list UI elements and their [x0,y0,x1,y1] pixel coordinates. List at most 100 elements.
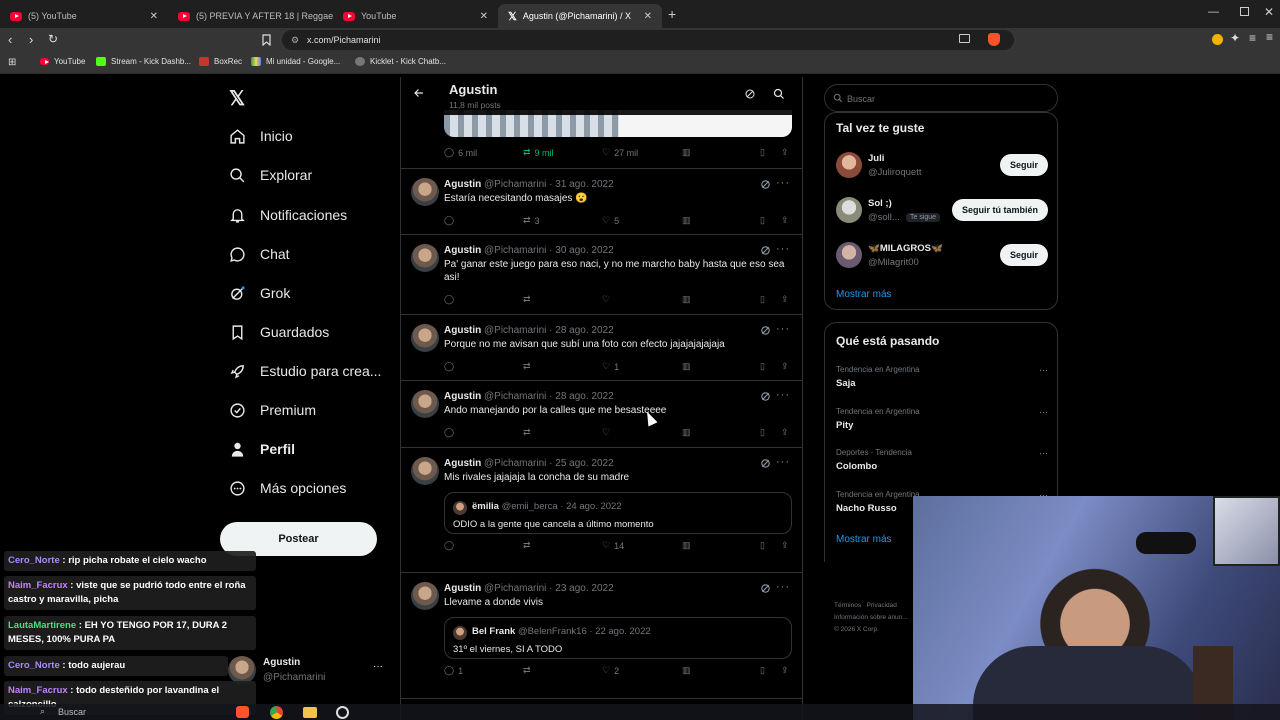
repost-button[interactable]: ⇄ [523,665,535,676]
more-icon[interactable]: ··· [776,581,790,593]
account-menu-icon[interactable]: ··· [373,661,383,672]
share-icon[interactable]: ⇪ [781,294,789,305]
restore-icon[interactable] [1240,7,1249,16]
repost-button[interactable]: ⇄ [523,294,535,305]
tweet[interactable]: Agustin @Pichamarini · 28 ago. 2022 ··· … [401,315,802,381]
forward-icon[interactable]: › [29,32,33,47]
bookmark-icon[interactable]: ▯ [760,427,765,438]
sidebar-toggle-icon[interactable]: ≡ [1249,31,1256,45]
views-icon[interactable]: ▥ [682,427,691,438]
reply-button[interactable]: ◯ [444,215,458,226]
bookmark-item[interactable]: Stream - Kick Dashb... [96,57,191,66]
repost-button[interactable]: ⇄ 3 [523,215,540,226]
more-icon[interactable]: ··· [1039,448,1048,458]
like-button[interactable]: ♡ [602,294,614,305]
trend-item[interactable]: Tendencia en Argentina Pity ··· [836,407,1048,431]
trend-item[interactable]: Tendencia en Argentina Saja ··· [836,365,1048,389]
like-button[interactable]: ♡ [602,427,614,438]
share-icon[interactable]: ⇪ [781,147,789,158]
more-icon[interactable]: ··· [776,243,790,255]
views-icon[interactable]: ▥ [682,665,691,676]
browser-tab[interactable]: (5) PREVIA Y AFTER 18 | Reggaeton ✕ [168,4,333,28]
close-icon[interactable]: ✕ [644,11,652,22]
suggestion-item[interactable]: Sol ;) @soll... Te sigue Seguir tú tambi… [836,193,1048,229]
taskbar-search[interactable]: Buscar [58,707,86,717]
browser-tab-active[interactable]: 𝕏 Agustin (@Pichamarini) / X ✕ [498,4,662,28]
brave-icon[interactable] [236,706,249,718]
nav-item-notificaciones[interactable]: Notificaciones [228,199,347,231]
bookmark-icon[interactable]: ▯ [760,215,765,226]
avatar[interactable] [411,457,439,485]
menu-icon[interactable]: ≡ [1266,30,1273,44]
follow-back-button[interactable]: Seguir tú también [951,199,1048,221]
back-arrow-icon[interactable] [413,87,425,99]
quoted-tweet[interactable]: ëmilia @emii_berca · 24 ago. 2022 ODIO a… [444,492,792,534]
search-icon[interactable]: ⌕ [40,706,45,717]
search-icon[interactable] [773,88,785,100]
show-more-link[interactable]: Mostrar más [836,289,892,300]
bookmark-item[interactable]: Mi unidad - Google... [251,57,340,66]
reload-icon[interactable]: ↻ [48,32,58,46]
more-icon[interactable]: ··· [776,323,790,335]
like-button[interactable]: ♡ 2 [602,665,619,676]
trend-item[interactable]: Deportes · Tendencia Colombo ··· [836,448,1048,472]
reply-button[interactable]: ◯ [444,294,458,305]
reply-button[interactable]: ◯ [444,427,458,438]
share-icon[interactable]: ⇪ [781,665,789,676]
chrome-icon[interactable] [270,706,283,719]
follow-button[interactable]: Seguir [999,154,1048,176]
search-input[interactable]: Buscar [824,84,1058,112]
more-icon[interactable]: ··· [1039,407,1048,417]
bookmark-icon[interactable]: ▯ [760,540,765,551]
views-icon[interactable]: ▥ [682,540,691,551]
nav-item-grok[interactable]: Grok [228,277,290,309]
footer-link[interactable]: Información sobre anun... [834,614,908,621]
suggestion-item[interactable]: Juli @Juliroquett Seguir [836,148,1048,184]
reply-button[interactable]: ◯ 1 [444,665,463,676]
repost-button[interactable]: ⇄ 9 mil [523,147,554,158]
nav-item-inicio[interactable]: Inicio [228,120,293,152]
avatar[interactable] [836,197,862,223]
avatar[interactable] [836,152,862,178]
reply-button[interactable]: ◯ [444,361,458,372]
views-icon[interactable]: ▥ [682,294,691,305]
close-icon[interactable]: ✕ [480,11,488,22]
nav-item-perfil[interactable]: Perfil [228,433,295,465]
more-icon[interactable]: ··· [1039,365,1048,375]
like-button[interactable]: ♡ 14 [602,540,624,551]
avatar[interactable] [411,178,439,206]
grok-icon[interactable] [760,391,772,403]
views-icon[interactable]: ▥ [682,215,691,226]
address-bar[interactable]: ⚙ x.com/Pichamarini [282,30,1014,50]
obs-icon[interactable] [336,706,349,719]
share-icon[interactable]: ⇪ [781,427,789,438]
footer-link[interactable]: Términos [834,602,861,609]
browser-tab[interactable]: YouTube ✕ [333,4,498,28]
avatar[interactable] [411,582,439,610]
avatar[interactable] [411,390,439,418]
grok-summary-icon[interactable] [744,88,756,100]
folder-icon[interactable] [303,707,317,718]
tweet[interactable]: Agustin @Pichamarini · 28 ago. 2022 ··· … [401,381,802,448]
like-button[interactable]: ♡ 1 [602,361,619,372]
show-more-link[interactable]: Mostrar más [836,534,892,545]
bookmark-page-icon[interactable] [262,34,271,46]
bookmark-item[interactable]: Kicklet - Kick Chatb... [355,57,446,66]
follow-button[interactable]: Seguir [999,244,1048,266]
share-icon[interactable]: ⇪ [781,361,789,372]
more-icon[interactable]: ··· [776,177,790,189]
close-window-icon[interactable]: ✕ [1264,5,1274,19]
extension-icon[interactable] [1212,34,1223,45]
avatar[interactable] [411,324,439,352]
repost-button[interactable]: ⇄ [523,361,535,372]
reply-button[interactable]: ◯ [444,540,458,551]
bookmark-icon[interactable]: ▯ [760,361,765,372]
more-icon[interactable]: ··· [776,389,790,401]
grok-icon[interactable] [760,325,772,337]
views-icon[interactable]: ▥ [682,147,691,158]
brave-shield-icon[interactable] [988,33,1000,46]
footer-link[interactable]: Privacidad [867,602,897,609]
like-button[interactable]: ♡ 27 mil [602,147,638,158]
views-icon[interactable]: ▥ [682,361,691,372]
apps-grid-icon[interactable]: ⊞ [8,57,16,68]
